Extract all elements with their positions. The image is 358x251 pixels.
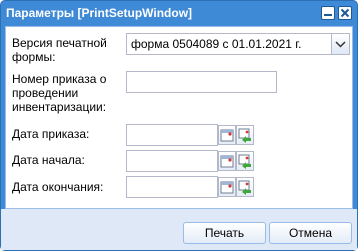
- close-button[interactable]: [338, 6, 352, 20]
- print-button[interactable]: Печать: [183, 222, 266, 244]
- clear-date-icon: [238, 128, 251, 143]
- version-value: форма 0504089 с 01.01.2021 г.: [131, 37, 302, 51]
- minimize-icon: [324, 14, 332, 16]
- form-panel: Версия печатной формы: форма 0504089 с 0…: [5, 26, 353, 209]
- chevron-down-icon: [335, 41, 346, 48]
- minimize-button[interactable]: [321, 6, 335, 20]
- button-toolbar: Печать Отмена: [1, 209, 357, 250]
- end-date-clear-button[interactable]: [236, 177, 254, 197]
- end-date-input[interactable]: [126, 176, 218, 198]
- order-number-label: Номер приказа о проведении инвентаризаци…: [12, 72, 107, 114]
- clear-date-icon: [238, 154, 251, 169]
- start-date-calendar-button[interactable]: [218, 151, 236, 171]
- calendar-icon: [220, 181, 234, 194]
- cancel-button[interactable]: Отмена: [269, 222, 352, 244]
- start-date-clear-button[interactable]: [236, 151, 254, 171]
- version-dropdown-trigger[interactable]: [331, 34, 349, 54]
- order-date-calendar-button[interactable]: [218, 125, 236, 145]
- order-number-input[interactable]: [126, 71, 277, 93]
- start-date-label: Дата начала:: [12, 153, 85, 167]
- window-title: Параметры [PrintSetupWindow]: [6, 6, 193, 20]
- order-date-clear-button[interactable]: [236, 125, 254, 145]
- clear-date-icon: [238, 180, 251, 195]
- end-date-label: Дата окончания:: [12, 180, 104, 194]
- close-icon: [340, 8, 350, 18]
- order-date-label: Дата приказа:: [12, 127, 90, 141]
- print-setup-window: Параметры [PrintSetupWindow] Версия печа…: [0, 0, 358, 251]
- calendar-icon: [220, 155, 234, 168]
- version-combobox[interactable]: форма 0504089 с 01.01.2021 г.: [126, 33, 350, 55]
- title-bar[interactable]: Параметры [PrintSetupWindow]: [1, 1, 357, 25]
- start-date-input[interactable]: [126, 150, 218, 172]
- end-date-calendar-button[interactable]: [218, 177, 236, 197]
- order-date-input[interactable]: [126, 124, 218, 146]
- version-label: Версия печатной формы:: [12, 36, 107, 64]
- calendar-icon: [220, 129, 234, 142]
